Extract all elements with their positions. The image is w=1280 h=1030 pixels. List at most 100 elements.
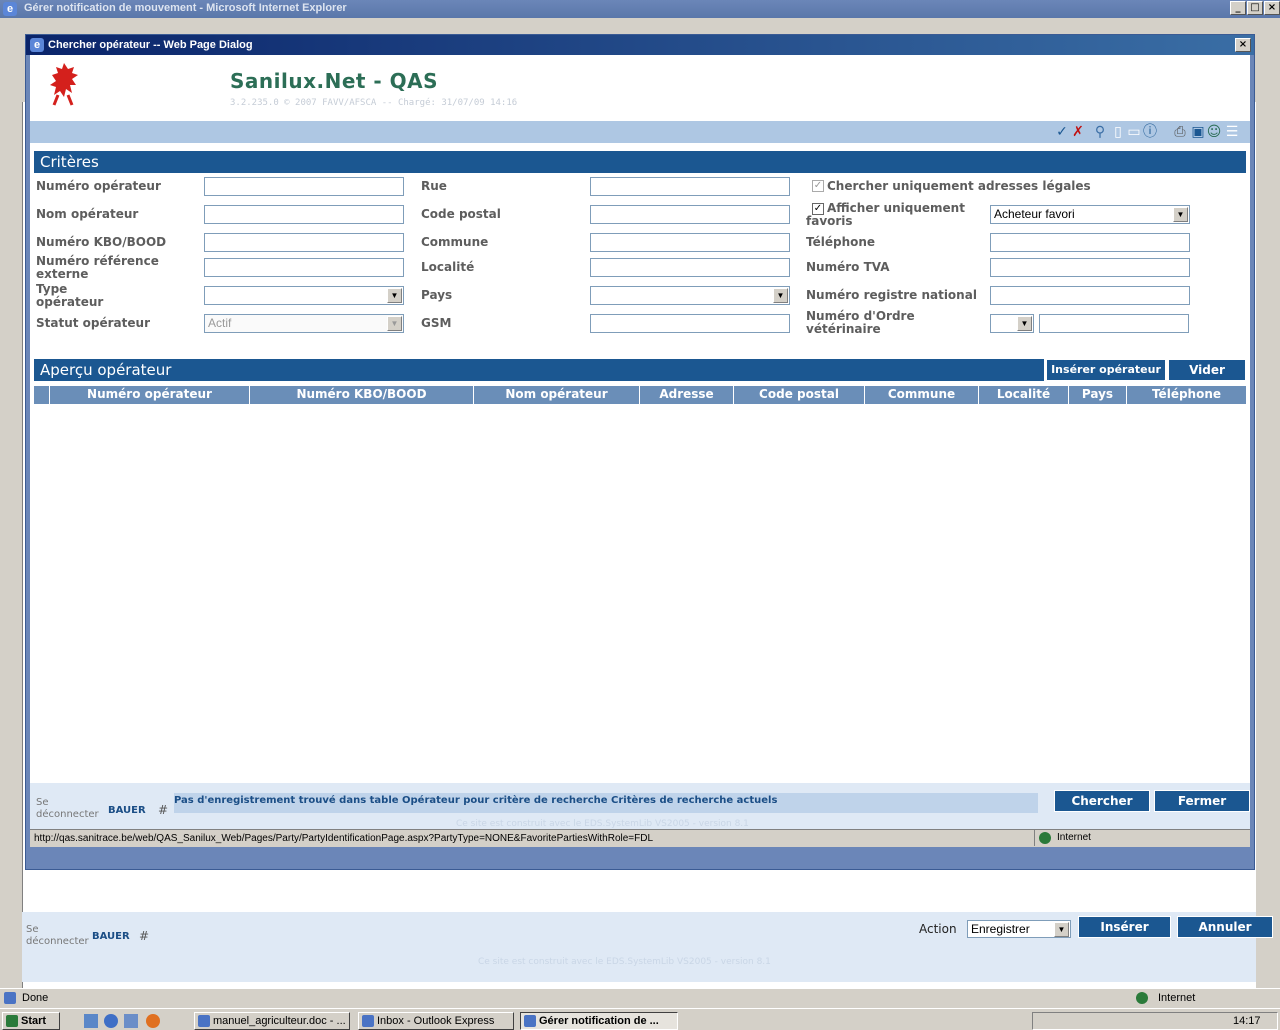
chevron-down-icon: ▼ [387,316,402,331]
label-ordre-veterinaire: Numéro d'Ordre vétérinaire [806,309,915,336]
numero-operateur-input[interactable] [204,177,404,196]
outlook-express-icon [362,1015,374,1027]
form-icon[interactable]: ▭ [1126,124,1142,140]
table-header-cell[interactable]: Nom opérateur [473,386,639,404]
status-zone: Internet [1158,992,1196,1004]
criteria-header: Critères [34,151,1246,173]
globe-icon [1039,832,1051,844]
label-numero-operateur: Numéro opérateur [36,179,161,193]
pays-select[interactable]: ▼ [590,286,790,305]
action-select[interactable]: Enregistrer ▼ [967,920,1071,938]
label-pays: Pays [421,288,453,302]
label-type-operateur: Type opérateur [36,282,104,309]
minimize-button[interactable]: _ [1230,1,1246,15]
browser-status-bar: Done Internet [0,988,1280,1008]
numero-tva-input[interactable] [990,258,1190,277]
print-icon[interactable]: ⎙ [1172,124,1188,140]
new-document-icon[interactable]: ▯ [1110,124,1126,140]
chevron-down-icon: ▼ [1017,316,1032,331]
list-icon[interactable]: ☰ [1224,124,1240,140]
maximize-button[interactable]: □ [1247,1,1263,15]
cancel-button[interactable]: Annuler [1177,916,1273,938]
close-button[interactable]: × [1264,1,1280,15]
logout-link[interactable]: Se déconnecter [36,797,106,821]
statut-operateur-select[interactable]: Actif ▼ [204,314,404,333]
table-header-cell[interactable]: Localité [978,386,1068,404]
info-icon[interactable]: ⓘ [1142,124,1158,140]
no-records-message: Pas d'enregistrement trouvé dans table O… [174,793,1038,813]
code-postal-input[interactable] [590,205,790,224]
ordre-veterinaire-select[interactable]: ▼ [990,314,1034,333]
label-gsm: GSM [421,316,452,330]
type-operateur-select[interactable]: ▼ [204,286,404,305]
hash-link[interactable]: # [139,929,149,943]
telephone-input[interactable] [990,233,1190,252]
insert-button[interactable]: Insérer [1078,916,1171,938]
dialog-titlebar: e Chercher opérateur -- Web Page Dialog … [26,35,1254,55]
status-zone-label: Internet [1057,832,1091,843]
dialog-body: Sanilux.Net - QAS 3.2.235.0 © 2007 FAVV/… [30,55,1250,829]
delete-x-icon[interactable]: ✗ [1070,124,1086,140]
favori-select[interactable]: Acheteur favori ▼ [990,205,1190,224]
save-icon[interactable]: ▣ [1190,124,1206,140]
table-header-cell[interactable]: Téléphone [1126,386,1246,404]
close-dialog-button[interactable]: Fermer [1154,790,1250,812]
table-header-cell[interactable]: Commune [864,386,978,404]
ordre-veterinaire-input[interactable] [1039,314,1189,333]
app-title: Sanilux.Net - QAS [230,69,439,93]
taskbar-item[interactable]: manuel_agriculteur.doc - ... [194,1012,350,1030]
localite-input[interactable] [590,258,790,277]
table-header-cell[interactable]: Numéro KBO/BOOD [249,386,473,404]
numero-ref-externe-input[interactable] [204,258,404,277]
insert-operator-button[interactable]: Insérer opérateur [1046,359,1166,381]
results-table-header: Numéro opérateur Numéro KBO/BOOD Nom opé… [34,386,1246,404]
chevron-down-icon: ▼ [1173,207,1188,222]
status-zone: Internet [1034,830,1246,846]
app-toolbar: ✓ ✗ ⚲ ▯ ▭ ⓘ ⎙ ▣ ☺ ☰ [30,121,1250,143]
checkmark-icon[interactable]: ✓ [1054,124,1070,140]
hash-link[interactable]: # [158,803,168,817]
clear-button[interactable]: Vider [1168,359,1246,381]
search-button[interactable]: Chercher [1054,790,1150,812]
taskbar-item-active[interactable]: Gérer notification de ... [520,1012,678,1030]
nom-operateur-input[interactable] [204,205,404,224]
commune-input[interactable] [590,233,790,252]
chevron-down-icon: ▼ [773,288,788,303]
dialog-close-button[interactable]: × [1235,38,1251,52]
browser-left-frame [0,102,22,988]
table-header-cell[interactable]: Pays [1068,386,1126,404]
people-icon[interactable]: ☺ [1206,124,1222,140]
ie-icon[interactable] [104,1014,118,1028]
label-localite: Localité [421,260,475,274]
start-label: Start [21,1015,47,1027]
label-numero-ref-externe: Numéro référence externe [36,254,159,281]
app-version: 3.2.235.0 © 2007 FAVV/AFSCA -- Chargé: 3… [230,98,518,108]
gsm-input[interactable] [590,314,790,333]
table-header-cell[interactable]: Code postal [733,386,864,404]
chevron-down-icon: ▼ [1054,922,1069,937]
table-header-cell[interactable]: Numéro opérateur [49,386,249,404]
ie-page-icon [4,992,16,1004]
label-favoris-only: Afficher uniquement favoris [806,201,965,228]
status-url: http://qas.sanitrace.be/web/QAS_Sanilux_… [34,833,654,844]
search-operator-dialog: e Chercher opérateur -- Web Page Dialog … [25,34,1255,870]
firefox-icon[interactable] [146,1014,160,1028]
desktop-icon[interactable] [84,1014,98,1028]
action-select-value: Enregistrer [971,922,1030,936]
browser-right-frame [1256,102,1280,988]
table-header-cell[interactable]: Adresse [639,386,733,404]
label-numero-kbo: Numéro KBO/BOOD [36,235,167,249]
registre-national-input[interactable] [990,286,1190,305]
background-page-footer: Se déconnecter BAUER # Action Enregistre… [22,912,1273,982]
taskbar-item[interactable]: Inbox - Outlook Express [358,1012,514,1030]
logout-link[interactable]: Se déconnecter [26,924,96,948]
rue-input[interactable] [590,177,790,196]
legal-only-checkbox[interactable]: ✓ [812,180,824,192]
numero-kbo-input[interactable] [204,233,404,252]
clock: 14:17 [1233,1015,1261,1027]
outlook-icon[interactable] [124,1014,138,1028]
search-icon[interactable]: ⚲ [1092,124,1108,140]
taskbar-item-label: manuel_agriculteur.doc - ... [213,1015,346,1027]
start-button[interactable]: Start [2,1012,60,1030]
label-nom-operateur: Nom opérateur [36,207,139,221]
